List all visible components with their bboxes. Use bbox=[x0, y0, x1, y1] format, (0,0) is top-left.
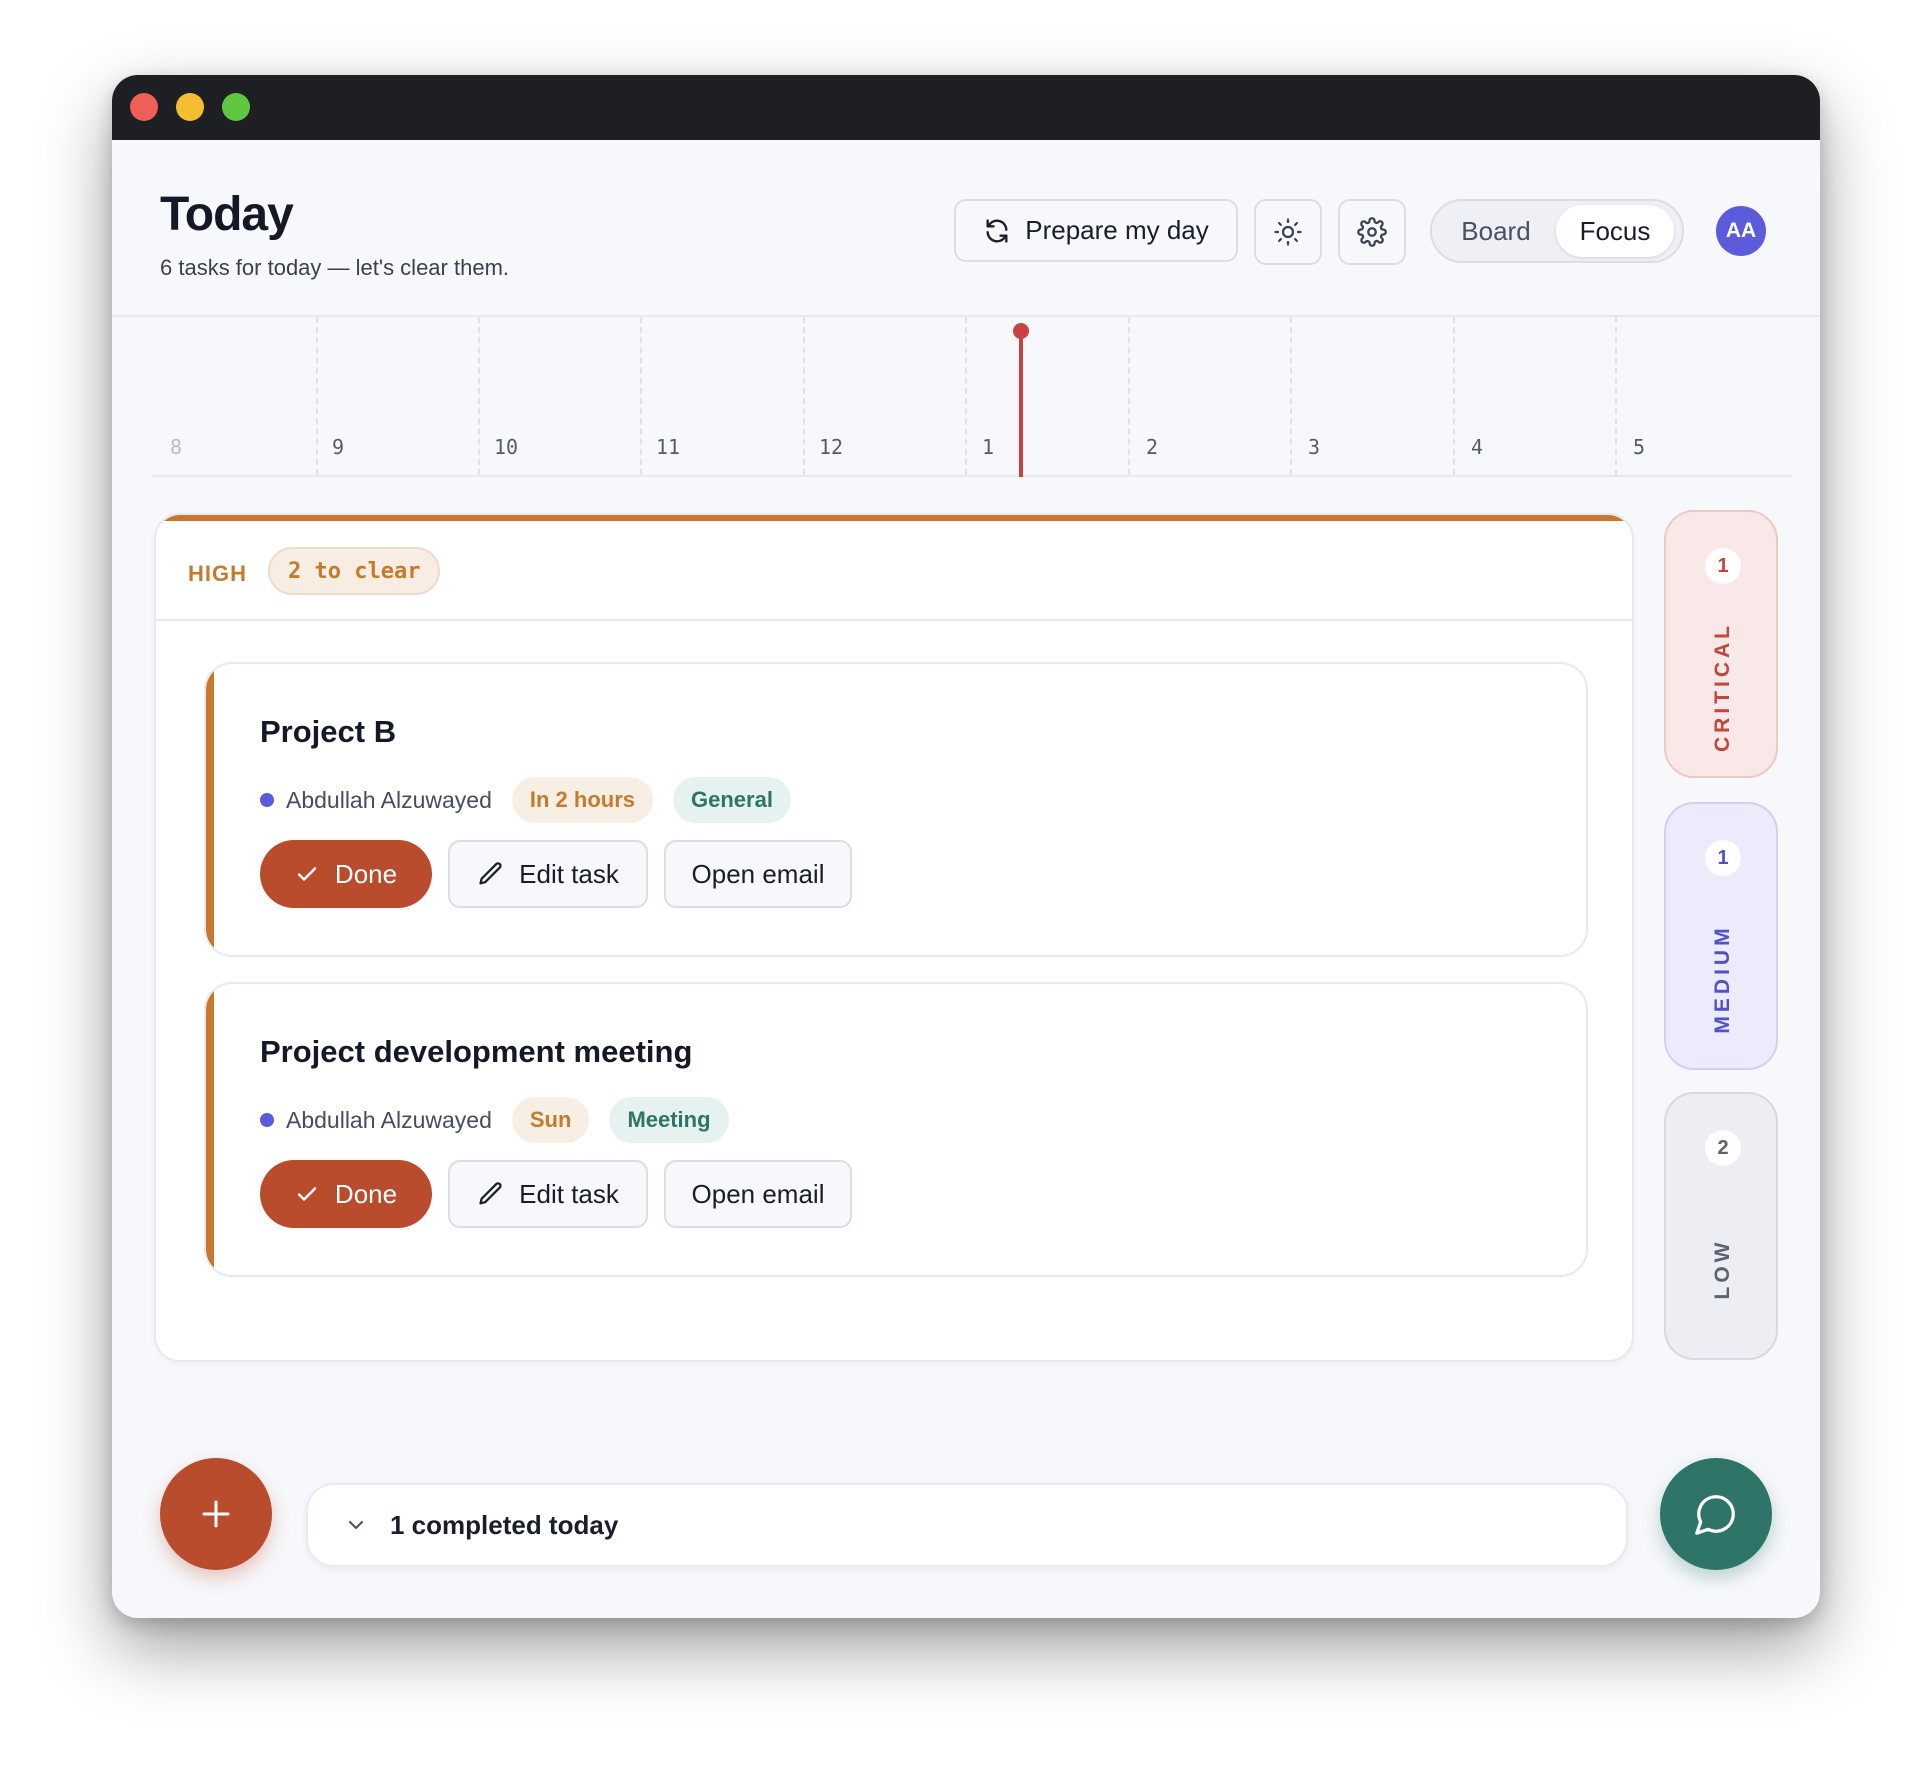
filter-count-badge: 1 bbox=[1705, 548, 1741, 584]
timeline-tick bbox=[316, 317, 318, 475]
timeline-hour-label: 8 bbox=[170, 435, 183, 459]
edit-task-label: Edit task bbox=[519, 858, 619, 889]
owner-dot-icon bbox=[260, 1113, 274, 1127]
edit-task-label: Edit task bbox=[519, 1178, 619, 1209]
timeline-tick bbox=[478, 317, 480, 475]
owner-dot-icon bbox=[260, 793, 274, 807]
current-time-line bbox=[1019, 329, 1023, 477]
refresh-icon bbox=[983, 217, 1011, 245]
open-email-button[interactable]: Open email bbox=[664, 1160, 852, 1228]
timeline-tick bbox=[1290, 317, 1292, 475]
pencil-icon bbox=[477, 860, 505, 888]
plus-icon bbox=[198, 1496, 234, 1532]
check-icon bbox=[295, 1182, 319, 1206]
prepare-my-day-label: Prepare my day bbox=[1025, 215, 1209, 245]
task-owner-name: Abdullah Alzuwayed bbox=[286, 786, 492, 813]
timeline-tick bbox=[1128, 317, 1130, 475]
done-button[interactable]: Done bbox=[260, 1160, 432, 1228]
title-bar bbox=[112, 75, 1820, 140]
timeline-hour-label: 4 bbox=[1471, 435, 1484, 459]
task-meta: Abdullah Alzuwayed Sun Meeting bbox=[260, 1096, 729, 1144]
timeline-hour-label: 3 bbox=[1308, 435, 1321, 459]
task-due-badge: Sun bbox=[511, 1097, 590, 1143]
task-owner: Abdullah Alzuwayed bbox=[260, 1107, 492, 1134]
task-category-badge: General bbox=[673, 777, 791, 823]
maximize-window-button[interactable] bbox=[222, 93, 250, 121]
task-actions: Done Edit task Open email bbox=[260, 1160, 852, 1228]
view-option-board[interactable]: Board bbox=[1436, 205, 1556, 257]
done-label: Done bbox=[334, 858, 398, 889]
priority-count-badge: 2 to clear bbox=[268, 547, 441, 595]
timeline-hour-label: 9 bbox=[332, 435, 345, 459]
sun-icon bbox=[1273, 217, 1303, 247]
prepare-my-day-button[interactable]: Prepare my day bbox=[954, 199, 1238, 262]
app-window: Today 6 tasks for today — let's clear th… bbox=[112, 75, 1820, 1618]
filter-low[interactable]: 2 LOW bbox=[1664, 1092, 1778, 1360]
task-due-badge: In 2 hours bbox=[511, 777, 653, 823]
timeline-hour-label: 1 bbox=[982, 435, 995, 459]
task-actions: Done Edit task Open email bbox=[260, 840, 852, 908]
timeline-tick bbox=[803, 317, 805, 475]
filter-critical[interactable]: 1 CRITICAL bbox=[1664, 510, 1778, 778]
done-label: Done bbox=[334, 1178, 398, 1209]
timeline-tick bbox=[1453, 317, 1455, 475]
completed-today-toggle[interactable]: 1 completed today bbox=[306, 1483, 1628, 1567]
page-subtitle: 6 tasks for today — let's clear them. bbox=[160, 255, 510, 280]
chat-button[interactable] bbox=[1660, 1458, 1772, 1570]
avatar[interactable]: AA bbox=[1716, 206, 1766, 256]
open-email-label: Open email bbox=[691, 858, 825, 889]
pencil-icon bbox=[477, 1180, 505, 1208]
priority-level-label: HIGH bbox=[188, 561, 247, 586]
add-task-button[interactable] bbox=[160, 1458, 272, 1570]
edit-task-button[interactable]: Edit task bbox=[448, 1160, 648, 1228]
theme-toggle-button[interactable] bbox=[1254, 199, 1322, 265]
task-owner: Abdullah Alzuwayed bbox=[260, 787, 492, 814]
task-meta: Abdullah Alzuwayed In 2 hours General bbox=[260, 776, 791, 824]
timeline-tick bbox=[1615, 317, 1617, 475]
task-category-badge: Meeting bbox=[609, 1097, 729, 1143]
timeline-tick bbox=[640, 317, 642, 475]
filter-medium[interactable]: 1 MEDIUM bbox=[1664, 802, 1778, 1070]
filter-label: LOW bbox=[1711, 1238, 1734, 1300]
timeline-hour-label: 12 bbox=[819, 435, 844, 459]
view-toggle: Board Focus bbox=[1430, 199, 1684, 263]
open-email-button[interactable]: Open email bbox=[664, 840, 852, 908]
current-time-dot bbox=[1013, 323, 1029, 339]
edit-task-button[interactable]: Edit task bbox=[448, 840, 648, 908]
settings-button[interactable] bbox=[1338, 199, 1406, 265]
completed-today-label: 1 completed today bbox=[390, 1509, 619, 1540]
priority-group-header: HIGH 2 to clear bbox=[156, 521, 1632, 621]
open-email-label: Open email bbox=[691, 1178, 825, 1209]
task-priority-stripe bbox=[206, 664, 214, 955]
timeline-hour-label: 10 bbox=[494, 435, 519, 459]
done-button[interactable]: Done bbox=[260, 840, 432, 908]
timeline-hour-label: 11 bbox=[656, 435, 681, 459]
close-window-button[interactable] bbox=[130, 93, 158, 121]
task-card: Project B Abdullah Alzuwayed In 2 hours … bbox=[204, 662, 1588, 957]
task-title: Project B bbox=[260, 714, 397, 749]
timeline-hour-label: 2 bbox=[1146, 435, 1159, 459]
timeline-baseline bbox=[152, 475, 1792, 477]
chevron-down-icon bbox=[344, 1513, 368, 1537]
minimize-window-button[interactable] bbox=[176, 93, 204, 121]
task-card: Project development meeting Abdullah Alz… bbox=[204, 982, 1588, 1277]
check-icon bbox=[295, 862, 319, 886]
filter-label: CRITICAL bbox=[1711, 622, 1734, 752]
timeline-hour-label: 5 bbox=[1633, 435, 1646, 459]
filter-count-badge: 2 bbox=[1705, 1130, 1741, 1166]
chat-bubble-icon bbox=[1693, 1491, 1739, 1537]
gear-icon bbox=[1357, 217, 1387, 247]
view-option-focus[interactable]: Focus bbox=[1556, 205, 1674, 257]
day-timeline: 8 9 10 11 12 1 2 3 4 5 bbox=[112, 317, 1820, 479]
task-owner-name: Abdullah Alzuwayed bbox=[286, 1106, 492, 1133]
task-priority-stripe bbox=[206, 984, 214, 1275]
page-title: Today bbox=[160, 188, 294, 241]
filter-label: MEDIUM bbox=[1711, 924, 1734, 1034]
timeline-tick bbox=[965, 317, 967, 475]
priority-group-high: HIGH 2 to clear Project B Abdullah Alzuw… bbox=[154, 513, 1634, 1362]
filter-count-badge: 1 bbox=[1705, 840, 1741, 876]
task-title: Project development meeting bbox=[260, 1034, 693, 1069]
